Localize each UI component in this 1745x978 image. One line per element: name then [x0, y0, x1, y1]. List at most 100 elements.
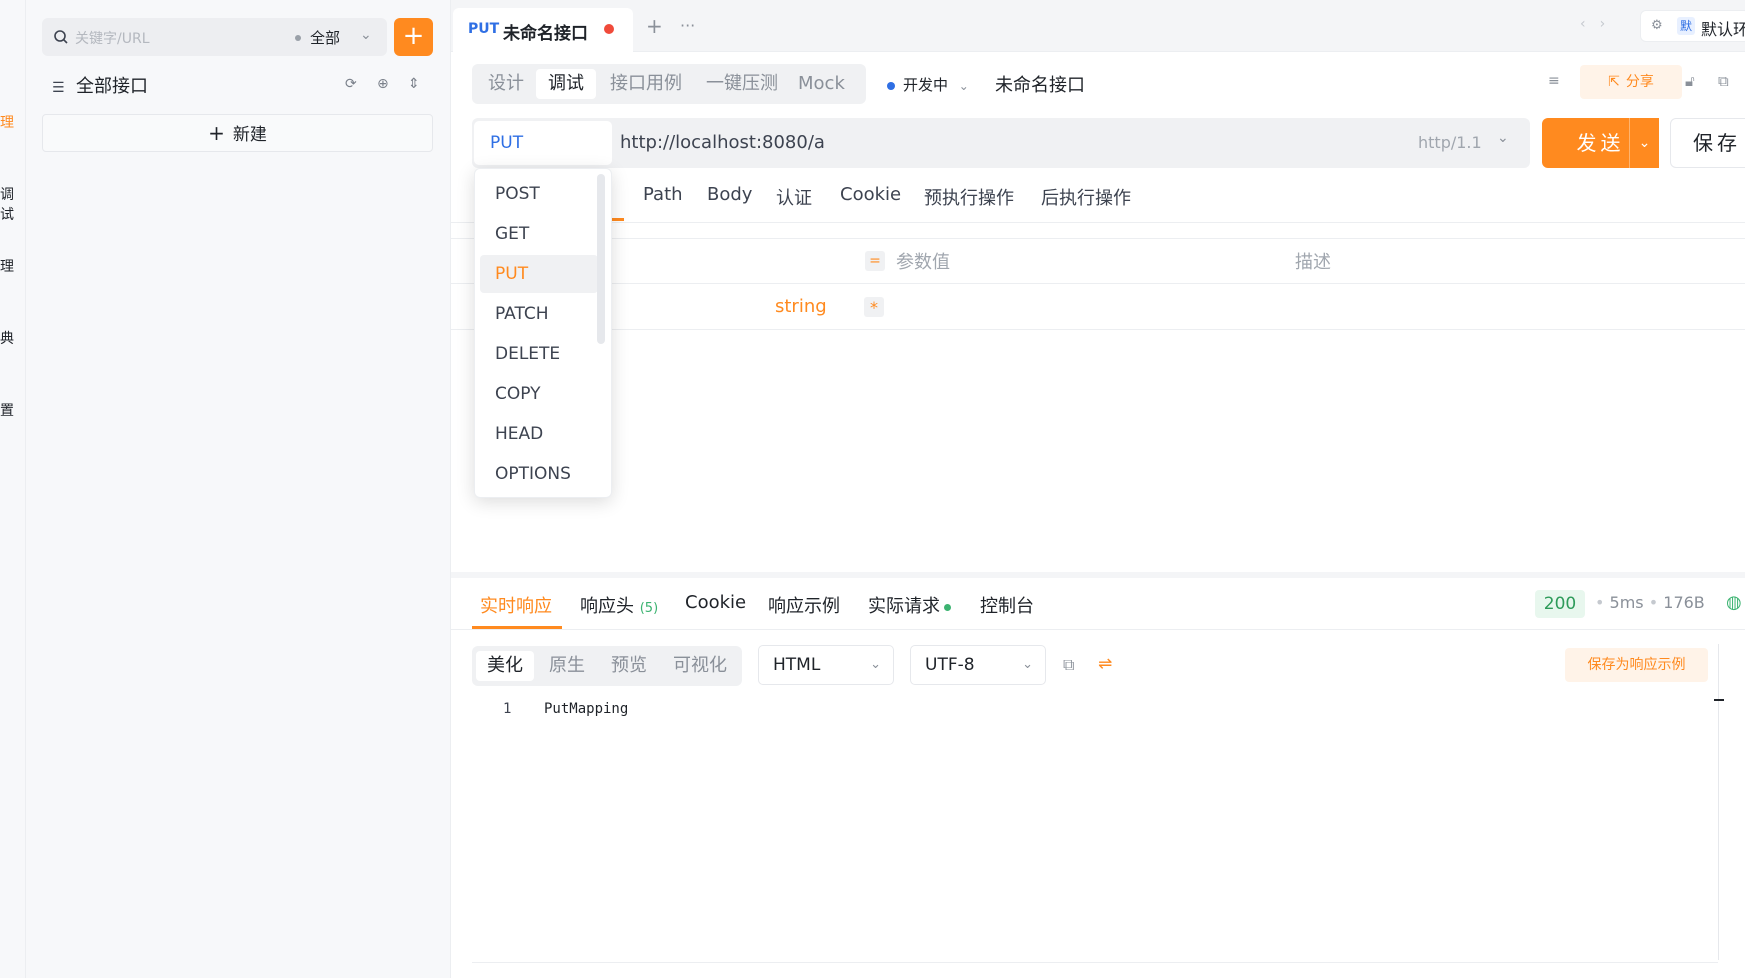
tab-body[interactable]: Body: [707, 184, 752, 205]
view-mode-tabs: 美化 原生 预览 可视化: [472, 646, 742, 686]
nav-item-fragment[interactable]: 置: [0, 400, 14, 420]
app-root: 理 调试 理 典 置 关键字/URL 全部 ⌄ + ☰ 全部接口 ⟳ ⊕ ⇕ + 新…: [0, 0, 1745, 978]
response-size: 176B: [1663, 593, 1705, 612]
encoding-select[interactable]: UTF-8 ⌄: [910, 645, 1046, 685]
chevron-down-icon: ⌄: [1022, 657, 1033, 672]
format-icon[interactable]: ≡: [1548, 73, 1560, 89]
tab-auth[interactable]: 认证: [776, 184, 812, 210]
scope-dot: [295, 35, 301, 41]
params-table-header: [451, 238, 1745, 284]
response-time: 5ms: [1609, 593, 1644, 612]
method-dropdown: POST GET PUT PATCH DELETE COPY HEAD OPTI…: [474, 168, 612, 498]
settings-icon: ⚙: [1651, 18, 1663, 33]
param-type[interactable]: string: [775, 296, 827, 317]
view-raw[interactable]: 原生: [538, 651, 596, 681]
api-name[interactable]: 未命名接口: [995, 71, 1085, 97]
left-nav: 理 调试 理 典 置: [0, 0, 26, 978]
globe-icon[interactable]: ◍: [1726, 592, 1742, 613]
copy-icon[interactable]: ⧉: [1718, 72, 1729, 90]
new-button[interactable]: + 新建: [42, 114, 433, 152]
lock-icon[interactable]: 🔓︎: [1685, 72, 1695, 90]
dropdown-option-options[interactable]: OPTIONS: [480, 455, 598, 493]
nav-item-fragment[interactable]: 典: [0, 328, 14, 348]
tab-design[interactable]: 设计: [476, 69, 536, 99]
tab-active[interactable]: PUT 未命名接口: [453, 8, 633, 52]
dropdown-option-put[interactable]: PUT: [480, 255, 598, 293]
view-visualize[interactable]: 可视化: [662, 651, 738, 681]
view-pretty[interactable]: 美化: [476, 651, 534, 681]
dropdown-scrollbar[interactable]: [597, 174, 605, 344]
tab-mock[interactable]: Mock: [786, 69, 857, 99]
tab-more-button[interactable]: ···: [680, 16, 695, 35]
chevron-down-icon: ⌄: [870, 657, 881, 672]
env-badge: 默: [1677, 17, 1695, 35]
tab-title: 未命名接口: [503, 24, 588, 44]
panel-separator[interactable]: [451, 572, 1745, 578]
table-row: [451, 284, 1745, 330]
new-button-label: 新建: [232, 125, 267, 145]
dropdown-option-delete[interactable]: DELETE: [480, 335, 598, 373]
dropdown-option-copy[interactable]: COPY: [480, 375, 598, 413]
search-input[interactable]: 关键字/URL 全部 ⌄: [42, 18, 387, 56]
collapse-icon[interactable]: ⇕: [408, 76, 420, 92]
url-input[interactable]: http://localhost:8080/a: [620, 132, 825, 153]
tab-actual-request-label: 实际请求: [868, 596, 940, 617]
editor-scrollbar[interactable]: [1718, 644, 1719, 960]
status-label: 开发中: [903, 76, 949, 94]
tab-live-response[interactable]: 实时响应: [480, 592, 552, 618]
tab-cookie[interactable]: Cookie: [840, 184, 901, 205]
plus-icon: +: [208, 121, 225, 145]
chevron-down-icon[interactable]: ⌄: [360, 27, 372, 43]
unsaved-dot: [604, 24, 614, 34]
locate-icon[interactable]: ⊕: [377, 76, 389, 92]
folder-list-icon: ☰: [52, 80, 65, 96]
nav-item-fragment[interactable]: 调试: [0, 184, 25, 224]
refresh-icon[interactable]: ⟳: [345, 76, 357, 92]
dropdown-option-head[interactable]: HEAD: [480, 415, 598, 453]
send-options-button[interactable]: ⌄: [1629, 118, 1659, 168]
header-count: (5): [639, 601, 659, 616]
tab-debug[interactable]: 调试: [536, 69, 596, 99]
tree-root-all-apis[interactable]: ☰ 全部接口: [52, 72, 148, 100]
tab-cases[interactable]: 接口用例: [598, 69, 694, 99]
share-button[interactable]: ⇱ 分享: [1580, 65, 1682, 99]
nav-item-fragment[interactable]: 理: [0, 256, 14, 276]
required-marker[interactable]: *: [864, 297, 884, 317]
tab-response-headers[interactable]: 响应头 (5): [580, 592, 658, 618]
tab-nav-arrows[interactable]: ‹›: [1580, 16, 1619, 32]
tab-actual-request[interactable]: 实际请求: [868, 592, 951, 618]
tab-console[interactable]: 控制台: [980, 592, 1034, 618]
copy-icon[interactable]: ⧉: [1063, 655, 1074, 675]
environment-selector[interactable]: ⚙ 默 默认环: [1640, 10, 1745, 42]
mode-tabs: 设计 调试 接口用例 一键压测 Mock: [472, 64, 866, 104]
tab-post-script[interactable]: 后执行操作: [1041, 184, 1131, 210]
save-as-example-button[interactable]: 保存为响应示例: [1565, 648, 1708, 682]
protocol-select[interactable]: http/1.1: [1418, 133, 1482, 152]
search-scope[interactable]: 全部: [310, 27, 340, 48]
tab-load-test[interactable]: 一键压测: [694, 69, 790, 99]
status-selector[interactable]: 开发中 ⌄: [887, 74, 969, 95]
nav-item-fragment[interactable]: 理: [0, 112, 14, 132]
tab-path[interactable]: Path: [643, 184, 683, 205]
tab-pre-script[interactable]: 预执行操作: [924, 184, 1014, 210]
dropdown-option-post[interactable]: POST: [480, 175, 598, 213]
format-select[interactable]: HTML ⌄: [758, 645, 894, 685]
tree-root-label: 全部接口: [76, 76, 148, 97]
new-tab-button[interactable]: +: [646, 14, 663, 38]
scroll-marker: [1714, 699, 1724, 701]
tab-response-headers-label: 响应头: [580, 596, 634, 617]
add-button[interactable]: +: [394, 18, 433, 56]
chevron-down-icon[interactable]: ⌄: [1497, 130, 1509, 146]
tab-response-examples[interactable]: 响应示例: [768, 592, 840, 618]
line-number: 1: [503, 701, 512, 717]
status-code-badge: 200: [1535, 590, 1585, 618]
method-select[interactable]: PUT: [474, 121, 612, 165]
status-dot: [887, 81, 895, 90]
wrap-lines-icon[interactable]: ⇌: [1098, 654, 1112, 674]
dropdown-option-patch[interactable]: PATCH: [480, 295, 598, 333]
view-preview[interactable]: 预览: [600, 651, 658, 681]
tab-response-cookie[interactable]: Cookie: [685, 592, 746, 613]
dropdown-option-get[interactable]: GET: [480, 215, 598, 253]
save-button[interactable]: 保存: [1670, 118, 1745, 168]
format-value: HTML: [773, 655, 821, 675]
